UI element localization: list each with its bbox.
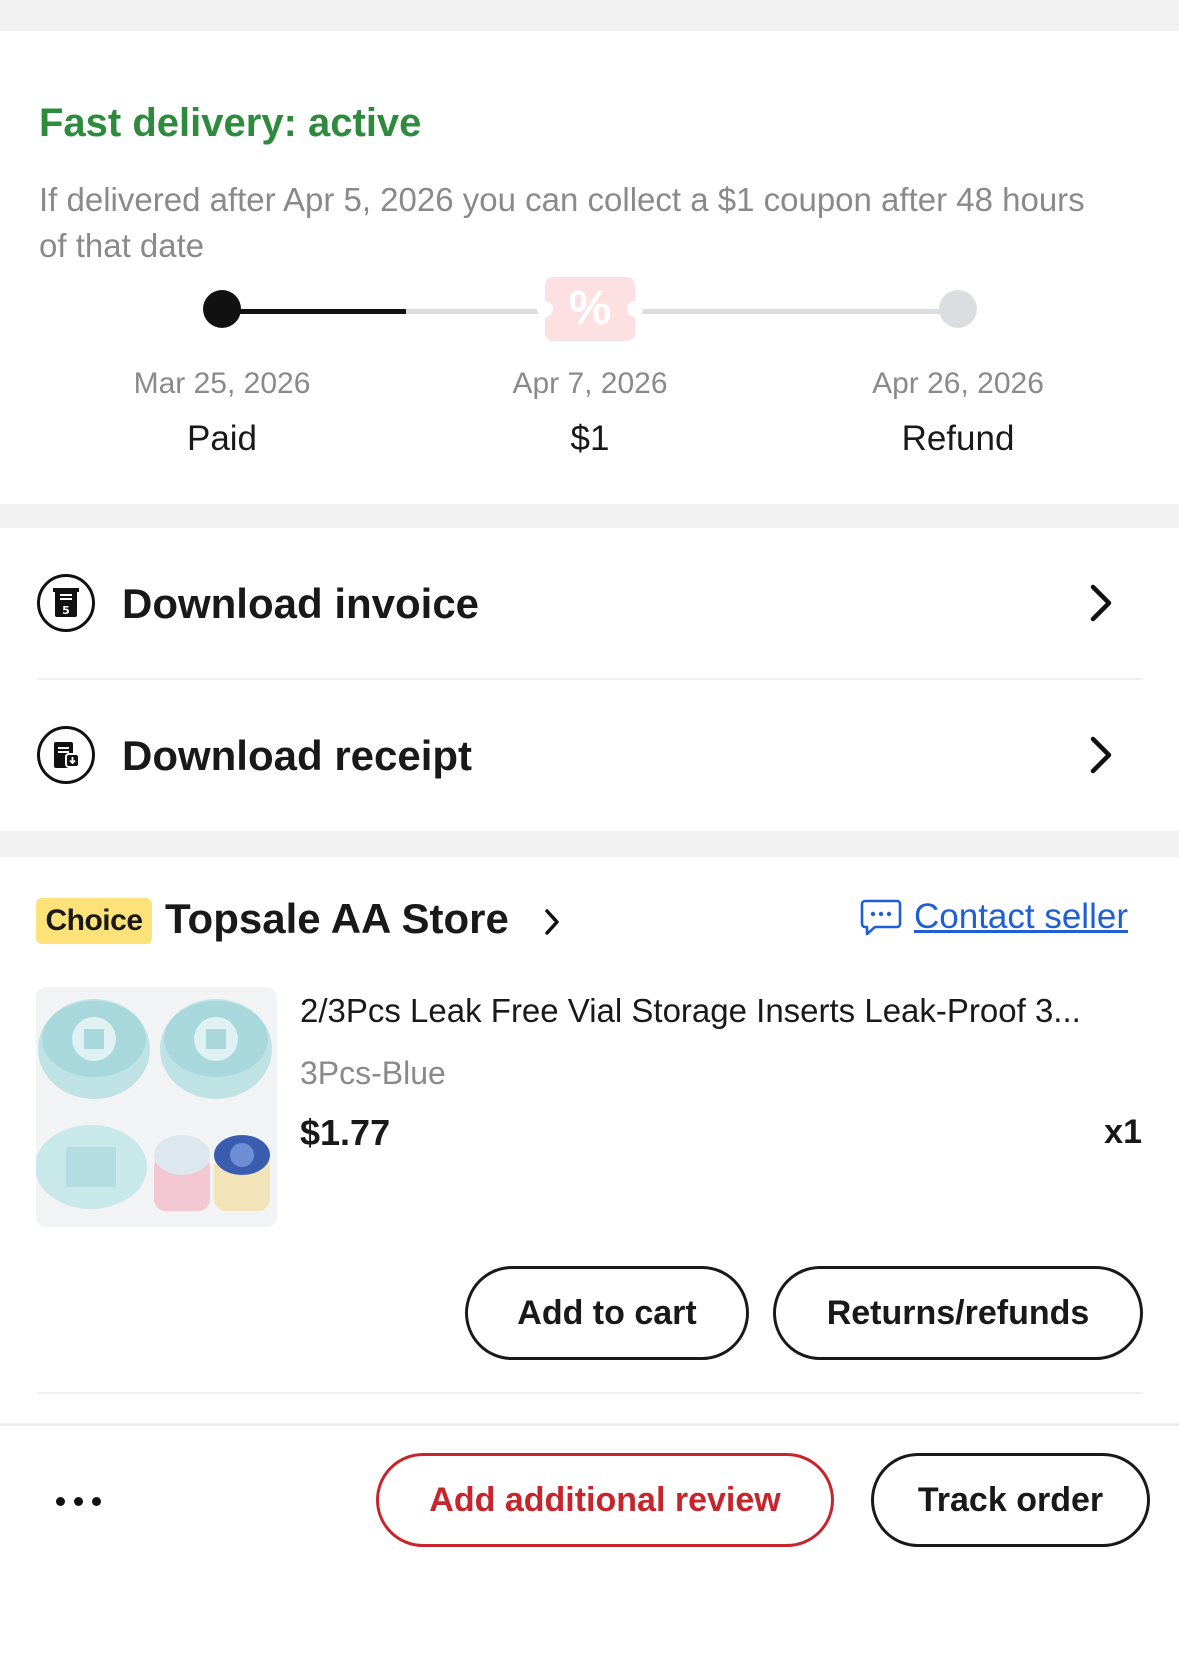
svg-text:5: 5 bbox=[62, 604, 70, 617]
divider bbox=[37, 1392, 1142, 1394]
product-thumbnail[interactable] bbox=[36, 987, 277, 1227]
fast-delivery-card: Fast delivery: active If delivered after… bbox=[0, 31, 1179, 504]
chevron-right-icon bbox=[1090, 736, 1112, 774]
product-quantity: x1 bbox=[1104, 1113, 1142, 1151]
choice-badge: Choice bbox=[36, 898, 152, 944]
milestone-date-coupon: Apr 7, 2026 bbox=[512, 367, 668, 400]
chevron-right-icon[interactable] bbox=[543, 907, 561, 937]
milestone-date-paid: Mar 25, 2026 bbox=[133, 367, 311, 400]
progress-track-pending bbox=[406, 309, 958, 314]
invoice-icon: 5 bbox=[37, 574, 95, 632]
percent-coupon-icon: % bbox=[537, 277, 643, 341]
contact-seller-label: Contact seller bbox=[914, 897, 1128, 936]
fast-delivery-title: Fast delivery: active bbox=[39, 101, 422, 145]
top-separator bbox=[0, 0, 1179, 31]
contact-seller-link[interactable]: Contact seller bbox=[860, 897, 1128, 937]
track-order-button[interactable]: Track order bbox=[871, 1453, 1150, 1547]
add-to-cart-button[interactable]: Add to cart bbox=[465, 1266, 749, 1360]
bottom-action-bar: Add additional review Track order bbox=[0, 1424, 1179, 1676]
milestone-date-refund: Apr 26, 2026 bbox=[872, 367, 1044, 400]
milestone-dot-refund bbox=[939, 290, 977, 328]
milestone-dot-paid bbox=[203, 290, 241, 328]
chat-icon bbox=[860, 899, 902, 936]
more-dots-icon[interactable] bbox=[56, 1497, 101, 1506]
download-receipt-label: Download receipt bbox=[122, 732, 473, 779]
milestone-label-refund: Refund bbox=[901, 419, 1015, 458]
product-price: $1.77 bbox=[300, 1112, 391, 1153]
progress-track-done bbox=[222, 309, 406, 314]
milestone-label-paid: Paid bbox=[186, 419, 258, 458]
receipt-icon bbox=[37, 726, 95, 784]
store-name-link[interactable]: Topsale AA Store bbox=[165, 895, 509, 943]
returns-refunds-button[interactable]: Returns/refunds bbox=[773, 1266, 1143, 1360]
download-receipt-row[interactable]: Download receipt bbox=[0, 680, 1179, 830]
download-invoice-label: Download invoice bbox=[122, 580, 480, 627]
product-variant: 3Pcs-Blue bbox=[300, 1055, 446, 1091]
product-title[interactable]: 2/3Pcs Leak Free Vial Storage Inserts Le… bbox=[300, 992, 1145, 1030]
add-additional-review-button[interactable]: Add additional review bbox=[376, 1453, 834, 1547]
milestone-label-coupon: $1 bbox=[570, 419, 610, 458]
store-order-card: Choice Topsale AA Store Contact seller 2… bbox=[0, 857, 1179, 1423]
fast-delivery-description: If delivered after Apr 5, 2026 you can c… bbox=[39, 181, 1085, 264]
chevron-right-icon bbox=[1090, 584, 1112, 622]
download-invoice-row[interactable]: 5 Download invoice bbox=[0, 528, 1179, 678]
downloads-card: 5 Download invoice Download receipt bbox=[0, 528, 1179, 831]
